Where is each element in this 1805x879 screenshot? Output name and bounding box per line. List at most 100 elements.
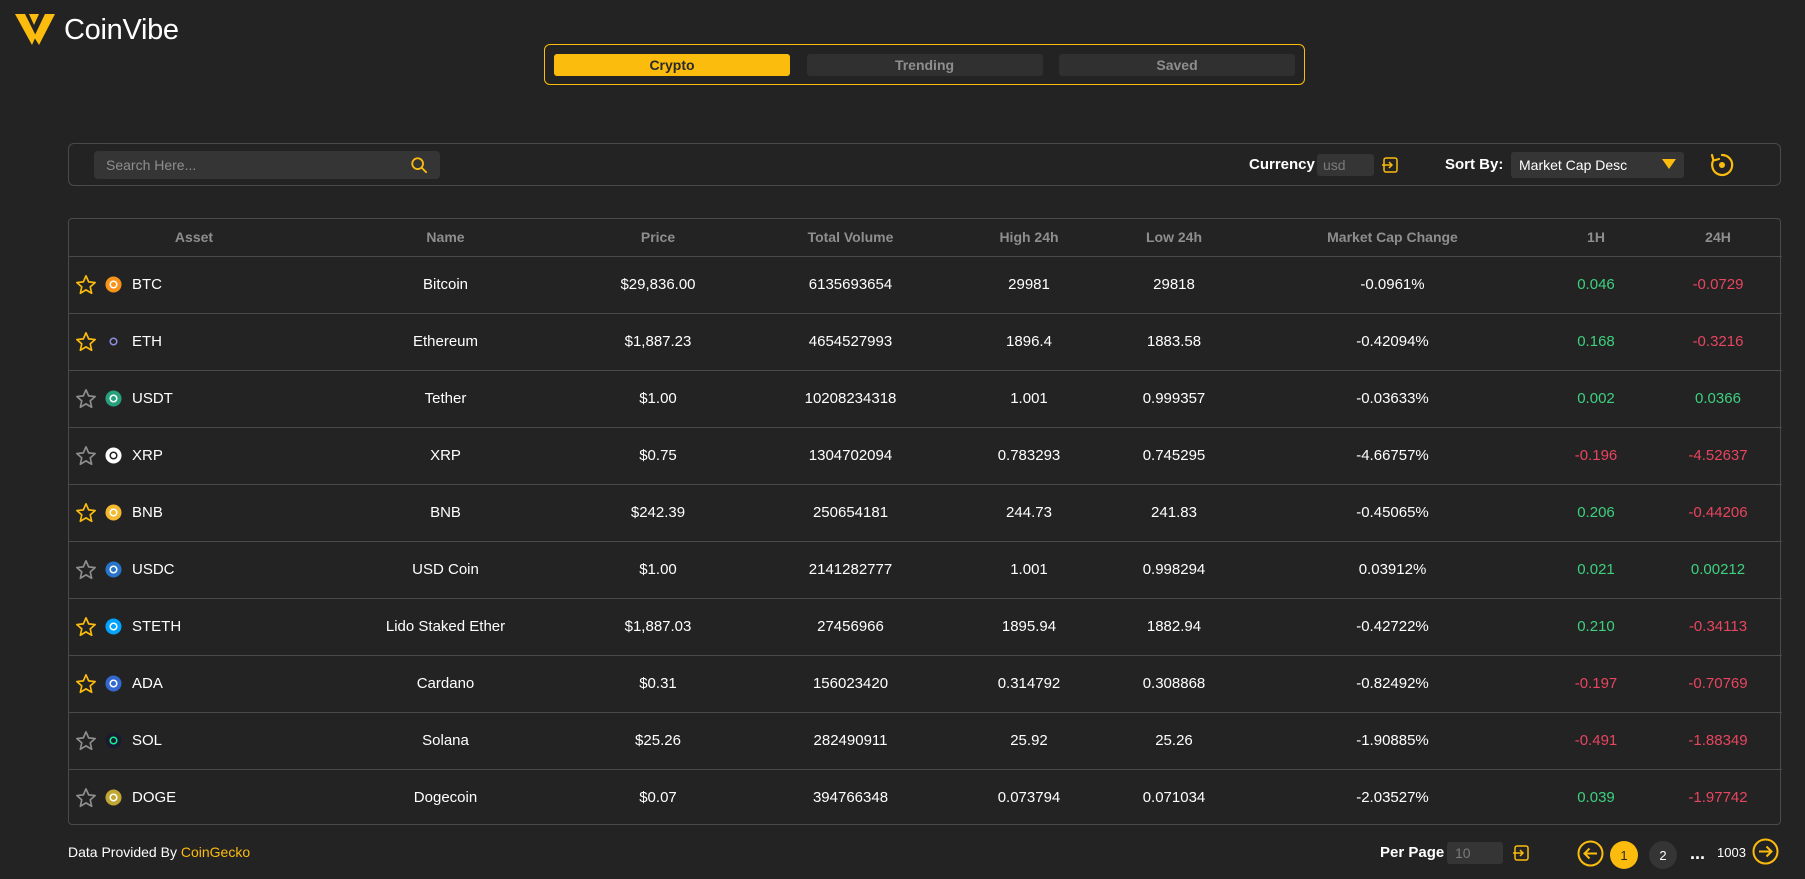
asset-low: 0.998294 <box>1101 541 1247 599</box>
asset-name: Solana <box>319 712 572 770</box>
asset-group: ADA <box>69 673 319 695</box>
table-row[interactable]: STETH Lido Staked Ether $1,887.03 27456966 1… <box>69 598 1782 656</box>
star-icon[interactable] <box>75 274 97 296</box>
usdc-icon <box>105 561 122 578</box>
page-button-2[interactable]: 2 <box>1649 841 1677 869</box>
asset-price: $1.00 <box>572 541 744 599</box>
table-row[interactable]: XRP XRP $0.75 1304702094 0.783293 0.745295 -4.… <box>69 427 1782 485</box>
steth-icon <box>105 618 122 635</box>
asset-change-1h: 0.021 <box>1538 541 1654 599</box>
asset-price: $0.07 <box>639 789 677 807</box>
asset-low: 29818 <box>1101 256 1247 314</box>
star-icon[interactable] <box>75 787 97 809</box>
asset-change-1h: -0.197 <box>1538 655 1654 713</box>
prev-page-icon[interactable] <box>1577 840 1604 867</box>
asset-group: SOL <box>69 730 319 752</box>
asset-change-24h: -0.34113 <box>1654 598 1782 656</box>
tab-bar: Crypto Trending Saved <box>544 44 1305 85</box>
col-header-high: High 24h <box>957 219 1101 257</box>
table-row[interactable]: BTC Bitcoin $29,836.00 6135693654 29981 29818… <box>69 256 1782 314</box>
asset-high: 1.001 <box>957 541 1101 599</box>
asset-cell: STETH <box>69 598 319 656</box>
next-page-icon[interactable] <box>1752 838 1779 865</box>
asset-mcap-change: -4.66757% <box>1247 427 1538 485</box>
asset-name: USD Coin <box>319 541 572 599</box>
star-icon[interactable] <box>75 559 97 581</box>
tab-trending[interactable]: Trending <box>806 53 1043 76</box>
asset-mcap-change: -1.90885% <box>1247 712 1538 770</box>
currency-submit-icon[interactable] <box>1382 157 1398 173</box>
asset-change-24h: -1.88349 <box>1654 712 1782 770</box>
asset-name: Cardano <box>319 655 572 713</box>
asset-change-24h: -0.0729 <box>1654 256 1782 314</box>
search-placeholder: Search Here... <box>106 157 197 173</box>
asset-price: $0.75 <box>572 427 744 485</box>
asset-price: $1,887.03 <box>572 598 744 656</box>
asset-group: USDT <box>69 388 319 410</box>
search-icon[interactable] <box>410 156 428 174</box>
asset-symbol: USDT <box>132 390 173 407</box>
asset-high: 0.783293 <box>957 427 1101 485</box>
reset-icon[interactable] <box>1709 152 1735 178</box>
table-row[interactable]: DOGE Dogecoin $0.07 394766348 0.073794 0.0710… <box>69 769 1782 826</box>
sort-select[interactable]: Market Cap Desc <box>1511 152 1684 178</box>
asset-volume: 27456966 <box>744 598 957 656</box>
asset-symbol: DOGE <box>132 789 177 807</box>
page-button-1[interactable]: 1 <box>1610 841 1638 869</box>
asset-price: $25.26 <box>572 712 744 770</box>
sort-label: Sort By: <box>1445 156 1504 173</box>
asset-change-24h: -0.70769 <box>1654 655 1782 713</box>
asset-cell: DOGE <box>69 769 319 826</box>
star-icon[interactable] <box>75 616 97 638</box>
asset-price: $0.31 <box>572 655 744 713</box>
app-logo[interactable]: CoinVibe <box>15 12 179 48</box>
asset-cell: USDC <box>69 541 319 599</box>
table-row[interactable]: SOL Solana $25.26 282490911 25.92 25.26 -1.908… <box>69 712 1782 770</box>
sort-value: Market Cap Desc <box>1519 157 1628 173</box>
coingecko-link[interactable]: CoinGecko <box>181 844 250 860</box>
coinvibe-logo-icon <box>15 14 55 45</box>
star-icon[interactable] <box>75 388 97 410</box>
filter-toolbar: Search Here... Currency usd Sort By: Mar… <box>68 143 1781 186</box>
asset-name: Ethereum <box>319 313 572 371</box>
star-icon[interactable] <box>75 445 97 467</box>
tab-crypto[interactable]: Crypto <box>554 53 790 76</box>
per-page-submit-icon[interactable] <box>1513 845 1529 861</box>
table-row[interactable]: BNB BNB $242.39 250654181 244.73 241.83 -0.450… <box>69 484 1782 542</box>
asset-symbol: BTC <box>132 276 162 293</box>
table-row[interactable]: ETH Ethereum $1,887.23 4654527993 1896.4 1883… <box>69 313 1782 371</box>
tab-saved[interactable]: Saved <box>1059 53 1295 76</box>
table-row[interactable]: USDT Tether $1.00 10208234318 1.001 0.999357-… <box>69 370 1782 428</box>
asset-change-24h: 0.00212 <box>1654 541 1782 599</box>
star-icon[interactable] <box>75 331 97 353</box>
asset-mcap-change: -0.45065% <box>1247 484 1538 542</box>
star-icon[interactable] <box>75 673 97 695</box>
bnb-icon <box>105 504 122 521</box>
asset-high: 244.73 <box>957 484 1101 542</box>
currency-input[interactable]: usd <box>1317 154 1374 176</box>
asset-name: Tether <box>319 370 572 428</box>
table-row[interactable]: ADA Cardano $0.31 156023420 0.314792 0.308868… <box>69 655 1782 713</box>
star-icon[interactable] <box>75 730 97 752</box>
asset-high: 1896.4 <box>957 313 1101 371</box>
asset-change-1h: -0.196 <box>1538 427 1654 485</box>
asset-volume: 6135693654 <box>744 256 957 314</box>
asset-change-1h: 0.046 <box>1538 256 1654 314</box>
asset-low: 1883.58 <box>1101 313 1247 371</box>
attribution-text: Data Provided By <box>68 844 181 860</box>
asset-change-1h: -0.491 <box>1538 712 1654 770</box>
star-icon[interactable] <box>75 502 97 524</box>
table-row[interactable]: USDC USD Coin $1.00 2141282777 1.001 0.998294… <box>69 541 1782 599</box>
page-button-last[interactable]: 1003 <box>1717 845 1746 860</box>
asset-change-1h: 0.206 <box>1538 484 1654 542</box>
per-page-input[interactable]: 10 <box>1447 842 1503 864</box>
asset-change-24h: 0.0366 <box>1654 370 1782 428</box>
asset-change-1h: 0.210 <box>1538 598 1654 656</box>
asset-group: XRP <box>69 445 319 467</box>
col-header-price: Price <box>572 219 744 257</box>
asset-high: 29981 <box>957 256 1101 314</box>
pagination-ellipsis: ... <box>1690 843 1706 863</box>
col-header-volume: Total Volume <box>744 219 957 257</box>
search-input[interactable]: Search Here... <box>94 151 440 179</box>
table-header-row: Asset Name Price Total Volume High 24h L… <box>69 219 1782 257</box>
